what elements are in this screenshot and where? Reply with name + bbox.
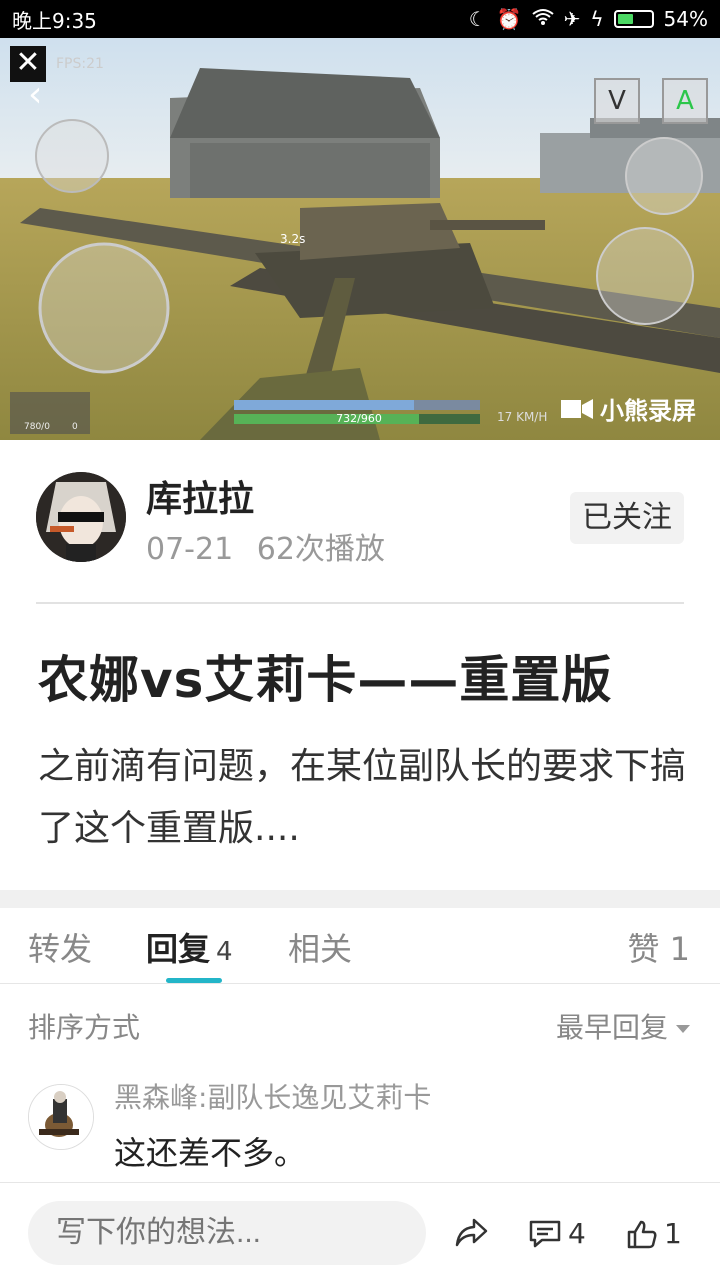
avatar-image: [36, 472, 126, 562]
fps-counter: FPS:21: [56, 56, 104, 72]
post-body: 之前滴有问题，在某位副队长的要求下搞了这个重置版....: [38, 746, 687, 849]
sort-row: 排序方式 最早回复: [0, 1000, 720, 1050]
tab-bar: 转发 回复 4 相关 赞 1: [0, 908, 720, 984]
active-tab-indicator: [166, 978, 222, 983]
minimap-left-text: 780/0: [24, 422, 50, 432]
comment-icon: [529, 1220, 561, 1247]
section-separator: [0, 890, 720, 908]
watermark-text: 小熊录屏: [600, 397, 696, 425]
reload-timer: 3.2s: [280, 232, 306, 246]
avatar[interactable]: [36, 472, 126, 562]
sort-label: 排序方式: [28, 1011, 141, 1044]
divider: [36, 602, 684, 604]
bottom-action-bar: 4 1: [0, 1182, 720, 1280]
follow-button[interactable]: 已关注: [570, 492, 684, 544]
speed-readout: 17 KM/H: [497, 410, 548, 424]
status-bar: 晚上9:35 ☾ ⏰ ✈ ϟ 54%: [0, 0, 720, 38]
battery-icon: [613, 10, 654, 28]
author-name[interactable]: 库拉拉: [146, 470, 254, 522]
minimap-right-text: 0: [72, 422, 78, 432]
tab-reply-label: 回复: [146, 930, 211, 968]
post-title: 农娜vs艾莉卡——重置版: [38, 651, 613, 709]
camera-icon: [561, 398, 593, 419]
play-count: 62次播放: [256, 532, 385, 567]
hp-readout: 732/960: [336, 412, 382, 425]
video-player[interactable]: ✕ FPS:21 ‹ V A 3.2s 780/0 0 732/960 17 K…: [0, 38, 720, 440]
battery-percent: 54%: [663, 7, 708, 31]
author-section: 库拉拉 07-21 62次播放 已关注: [0, 440, 720, 604]
comment-avatar[interactable]: [28, 1084, 94, 1150]
status-time: 晚上9:35: [12, 8, 97, 33]
like-button[interactable]: 1: [626, 1217, 682, 1250]
wifi-icon: [531, 7, 554, 31]
like-count: 1: [664, 1217, 682, 1250]
comment-button[interactable]: 4: [528, 1217, 586, 1250]
airplane-icon: ✈: [563, 7, 581, 31]
charging-icon: ϟ: [590, 7, 604, 31]
comment-count: 4: [568, 1217, 586, 1250]
comment-input[interactable]: [28, 1201, 426, 1265]
tab-forward[interactable]: 转发: [28, 924, 92, 970]
recorder-watermark: 小熊录屏: [560, 391, 696, 426]
hud-a-button[interactable]: A: [662, 78, 708, 124]
hud-v-button[interactable]: V: [594, 78, 640, 124]
comment-avatar-image: [29, 1085, 93, 1149]
moon-icon: ☾: [468, 7, 487, 31]
tab-related[interactable]: 相关: [288, 924, 352, 970]
comment-username[interactable]: 黑森峰:副队长逸见艾莉卡: [114, 1076, 431, 1116]
minimap: 780/0 0: [10, 392, 90, 434]
back-chevron-icon[interactable]: ‹: [28, 74, 42, 115]
caret-down-icon: [676, 1025, 690, 1033]
sort-dropdown[interactable]: 最早回复: [556, 1006, 690, 1046]
author-meta: 07-21 62次播放: [146, 524, 385, 568]
thumbs-up-icon: [627, 1220, 657, 1248]
tab-like[interactable]: 赞 1: [627, 924, 690, 970]
comment-text: 这还差不多。: [114, 1134, 307, 1172]
tab-reply-count: 4: [216, 937, 233, 967]
alarm-icon: ⏰: [496, 7, 522, 31]
sort-value: 最早回复: [555, 1011, 668, 1044]
tab-reply[interactable]: 回复 4: [146, 924, 233, 970]
comment-item: 黑森峰:副队长逸见艾莉卡 这还差不多。: [0, 1070, 720, 1180]
share-icon[interactable]: [454, 1217, 488, 1247]
post-date: 07-21: [146, 532, 234, 567]
